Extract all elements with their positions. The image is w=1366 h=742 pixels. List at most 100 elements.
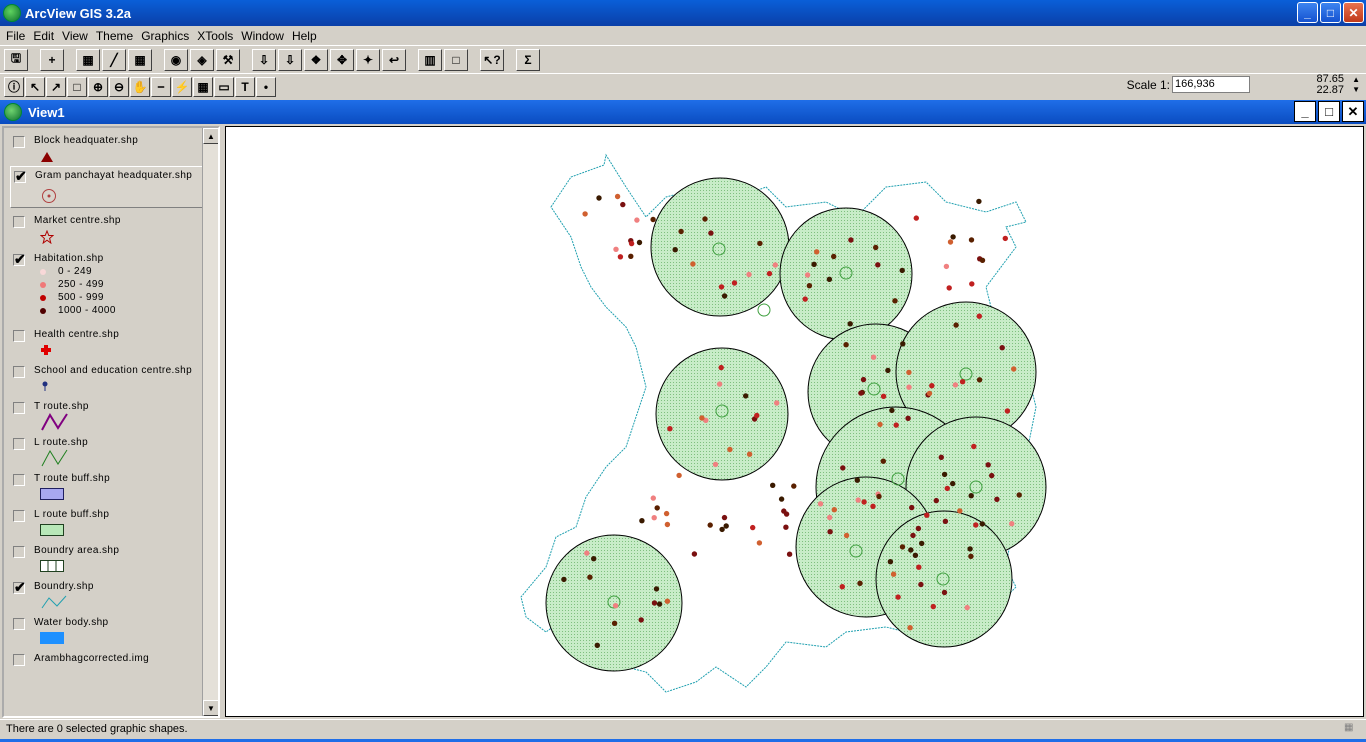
menu-edit[interactable]: Edit — [29, 29, 58, 43]
minimize-button[interactable]: _ — [1297, 2, 1318, 23]
zoom-out-icon[interactable]: ✦ — [356, 48, 380, 71]
close-button[interactable]: ✕ — [1343, 2, 1364, 23]
theme-market-centre[interactable]: Market centre.shp — [10, 212, 206, 246]
theme-checkbox[interactable] — [13, 366, 25, 378]
theme-boundry-area[interactable]: Boundry area.shp — [10, 542, 206, 576]
zoom-out-tool-icon[interactable]: ⊖ — [109, 76, 129, 97]
theme-block-headquarter[interactable]: Block headquater.shp — [10, 132, 206, 166]
theme-habitation[interactable]: ✔ Habitation.shp 0 - 249 250 - 499 500 -… — [10, 250, 206, 324]
theme-checkbox[interactable] — [13, 216, 25, 228]
scroll-up-icon[interactable]: ▲ — [203, 128, 218, 144]
map-canvas[interactable] — [225, 126, 1364, 717]
habitation-point — [653, 586, 660, 592]
theme-checkbox[interactable]: ✔ — [13, 252, 26, 266]
habitation-point — [1002, 235, 1008, 242]
label-icon[interactable]: ▭ — [214, 76, 234, 97]
size-grip-icon[interactable]: ▦ — [1344, 722, 1358, 736]
menu-window[interactable]: Window — [237, 29, 288, 43]
theme-health-centre[interactable]: Health centre.shp — [10, 326, 206, 360]
identify-icon[interactable]: ⓘ — [4, 76, 24, 97]
scroll-down-icon[interactable]: ▼ — [203, 700, 218, 716]
habitation-point — [847, 321, 853, 327]
cyan-line-symbol-icon — [41, 595, 67, 609]
hotlink-icon[interactable]: ⚡ — [172, 76, 192, 97]
theme-name: Arambhagcorrected.img — [34, 653, 150, 664]
zoom-in-tool-icon[interactable]: ⊕ — [88, 76, 108, 97]
menu-theme[interactable]: Theme — [92, 29, 137, 43]
habitation-point — [712, 461, 719, 468]
coordinate-readout: 87.65 22.87 — [1316, 74, 1344, 96]
theme-checkbox[interactable] — [13, 654, 25, 666]
theme-checkbox[interactable] — [13, 136, 25, 148]
open-table-icon[interactable]: ▦ — [128, 48, 152, 71]
draw-point-icon[interactable]: • — [256, 76, 276, 97]
vertex-edit-icon[interactable]: ↗ — [46, 76, 66, 97]
habitation-point — [943, 263, 950, 270]
toc-scrollbar[interactable]: ▲ ▼ — [202, 128, 218, 716]
summarize-icon[interactable]: Σ — [516, 48, 540, 71]
theme-water-body[interactable]: Water body.shp — [10, 614, 206, 648]
theme-l-route-buff[interactable]: L route buff.shp — [10, 506, 206, 540]
theme-gram-panchayat[interactable]: ✔ Gram panchayat headquater.shp — [10, 166, 206, 208]
find-icon[interactable]: ◉ — [164, 48, 188, 71]
theme-checkbox[interactable] — [13, 546, 25, 558]
select-by-theme-icon[interactable]: ▥ — [418, 48, 442, 71]
theme-image[interactable]: Arambhagcorrected.img — [10, 650, 206, 674]
habitation-point — [889, 407, 895, 414]
habitation-point — [885, 367, 891, 374]
theme-checkbox[interactable] — [13, 438, 25, 450]
theme-checkbox[interactable]: ✔ — [14, 169, 27, 183]
clear-selected-icon[interactable]: □ — [444, 48, 468, 71]
scale-input[interactable]: 166,936 — [1172, 76, 1250, 93]
habitation-point — [968, 237, 975, 243]
add-theme-icon[interactable]: + — [40, 48, 64, 71]
theme-properties-icon[interactable]: ▦ — [76, 48, 100, 71]
habitation-point — [843, 532, 850, 539]
query-builder-icon[interactable]: ⚒ — [216, 48, 240, 71]
habitation-point — [1016, 492, 1022, 498]
theme-l-route[interactable]: L route.shp — [10, 434, 206, 468]
theme-boundry[interactable]: ✔ Boundry.shp — [10, 578, 206, 612]
app-titlebar: ArcView GIS 3.2a _ □ ✕ — [0, 0, 1366, 26]
select-feature-icon[interactable]: □ — [67, 76, 87, 97]
maximize-button[interactable]: □ — [1320, 2, 1341, 23]
view-maximize-button[interactable]: □ — [1318, 101, 1340, 122]
help-icon[interactable]: ↖? — [480, 48, 504, 71]
habitation-point — [976, 313, 982, 319]
menu-view[interactable]: View — [58, 29, 92, 43]
theme-checkbox[interactable] — [13, 402, 25, 414]
view-close-button[interactable]: ✕ — [1342, 101, 1364, 122]
save-icon[interactable]: 🖫 — [4, 48, 28, 71]
edit-legend-icon[interactable]: ╱ — [102, 48, 126, 71]
zoom-selected-icon[interactable]: ❖ — [304, 48, 328, 71]
habitation-point — [827, 529, 833, 535]
pointer-icon[interactable]: ↖ — [25, 76, 45, 97]
theme-checkbox[interactable] — [13, 474, 25, 486]
view-minimize-button[interactable]: _ — [1294, 101, 1316, 122]
theme-t-route-buff[interactable]: T route buff.shp — [10, 470, 206, 504]
zoom-active-icon[interactable]: ⇩ — [278, 48, 302, 71]
theme-t-route[interactable]: T route.shp — [10, 398, 206, 432]
habitation-point — [968, 553, 974, 559]
menu-xtools[interactable]: XTools — [193, 29, 237, 43]
zoom-previous-icon[interactable]: ↩ — [382, 48, 406, 71]
locate-address-icon[interactable]: ◈ — [190, 48, 214, 71]
theme-checkbox[interactable] — [13, 618, 25, 630]
zoom-in-icon[interactable]: ✥ — [330, 48, 354, 71]
area-of-interest-icon[interactable]: ▦ — [193, 76, 213, 97]
menu-file[interactable]: File — [2, 29, 29, 43]
zoom-full-icon[interactable]: ⇩ — [252, 48, 276, 71]
measure-icon[interactable]: ⎯ — [151, 76, 171, 97]
habitation-point — [973, 522, 979, 528]
theme-checkbox[interactable] — [13, 330, 25, 342]
habitation-point — [880, 393, 887, 399]
theme-checkbox[interactable] — [13, 510, 25, 522]
menu-graphics[interactable]: Graphics — [137, 29, 193, 43]
theme-school[interactable]: School and education centre.shp — [10, 362, 206, 396]
theme-checkbox[interactable]: ✔ — [13, 580, 26, 594]
menu-help[interactable]: Help — [288, 29, 321, 43]
star-symbol-icon — [40, 230, 54, 244]
pan-icon[interactable]: ✋ — [130, 76, 150, 97]
habitation-point — [840, 465, 846, 471]
text-icon[interactable]: T — [235, 76, 255, 97]
